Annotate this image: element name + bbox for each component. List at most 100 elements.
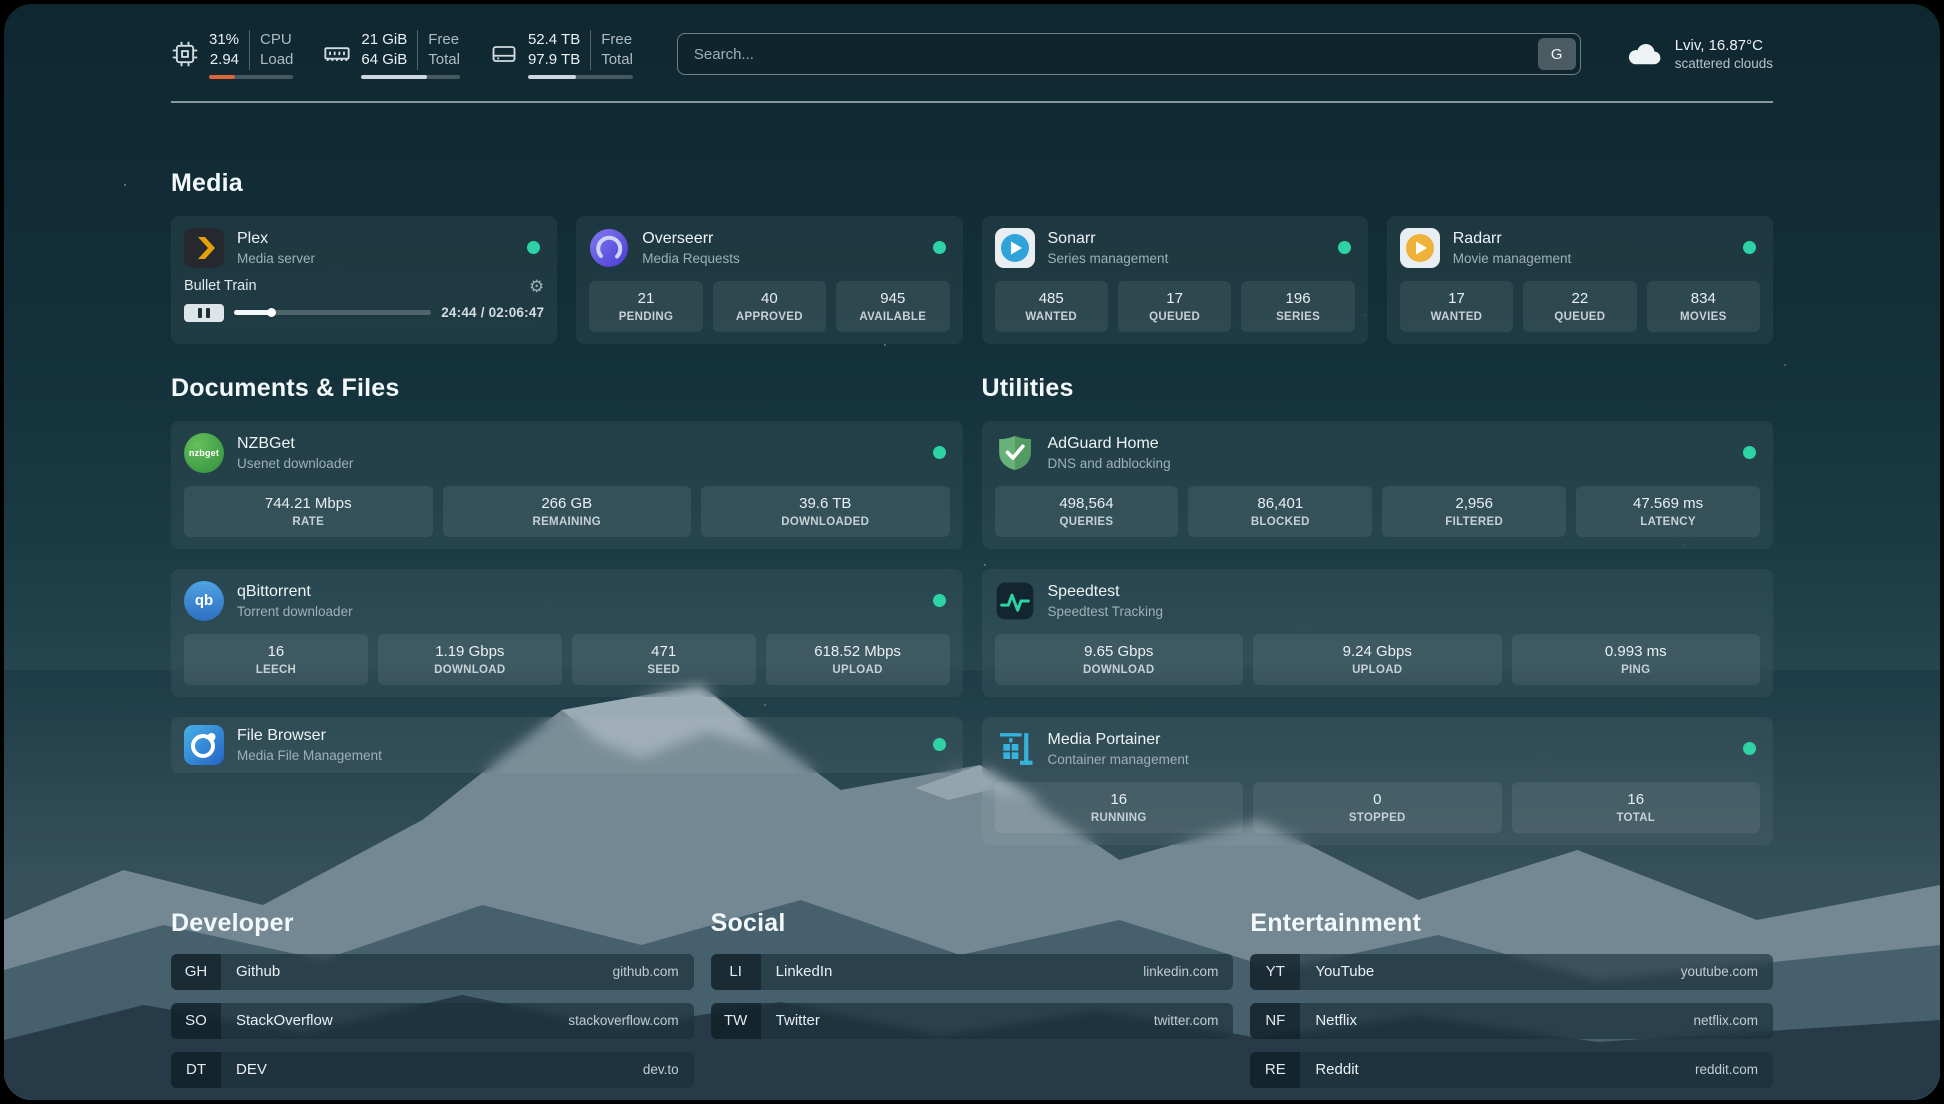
stat-label: UPLOAD [770,664,946,676]
stat-value: 39.6 TB [705,495,946,512]
bookmark-name: Twitter [761,1012,835,1029]
portainer-card[interactable]: Media Portainer Container management 16 … [982,717,1774,845]
stat-value: 9.65 Gbps [999,643,1240,660]
section-documents: Documents & Files nzbget NZBGet Usenet d… [171,374,963,845]
stat-box: 0 STOPPED [1253,782,1502,833]
qbittorrent-card[interactable]: qb qBittorrent Torrent downloader 16 LEE… [171,569,963,697]
service-subtitle: Torrent downloader [237,604,353,619]
stat-box: 47.569 ms LATENCY [1576,486,1760,537]
disk-free-value: 52.4 TB [528,30,580,50]
service-title: File Browser [237,727,382,745]
bookmark-twitter[interactable]: TW Twitter twitter.com [711,1003,1234,1039]
bookmark-github[interactable]: GH Github github.com [171,954,694,990]
service-subtitle: Speedtest Tracking [1048,604,1164,619]
bookmark-youtube[interactable]: YT YouTube youtube.com [1250,954,1773,990]
stat-box: 9.24 Gbps UPLOAD [1253,634,1502,685]
memory-meter [361,75,460,79]
search-provider-button[interactable]: G [1538,38,1576,70]
radarr-icon [1400,228,1440,268]
bookmark-domain: reddit.com [1695,1062,1773,1077]
cpu-load-label: Load [260,50,293,70]
service-title: Radarr [1453,230,1572,248]
stat-value: 471 [576,643,752,660]
social-section-title: Social [711,909,1234,938]
stat-value: 618.52 Mbps [770,643,946,660]
bookmark-abbr: SO [171,1003,221,1039]
service-subtitle: Movie management [1453,251,1572,266]
adguard-icon [995,433,1035,473]
service-title: qBittorrent [237,583,353,601]
speedtest-card[interactable]: Speedtest Speedtest Tracking 9.65 Gbps D… [982,569,1774,697]
bookmark-abbr: TW [711,1003,761,1039]
stat-box: 0.993 ms PING [1512,634,1761,685]
nzbget-icon: nzbget [184,433,224,473]
plex-card[interactable]: Plex Media server Bullet Train ⚙ [171,216,557,344]
service-subtitle: Series management [1048,251,1169,266]
stat-value: 0.993 ms [1516,643,1757,660]
stat-label: AVAILABLE [840,311,945,323]
stat-label: TOTAL [1516,812,1757,824]
stat-value: 17 [1122,290,1227,307]
service-subtitle: Media Requests [642,251,740,266]
search-input[interactable] [678,34,1534,74]
dashboard-screen: 31% 2.94 CPU Load [4,4,1940,1100]
filebrowser-card[interactable]: File Browser Media File Management [171,717,963,773]
stat-box: 17 WANTED [1400,281,1513,332]
stat-value: 9.24 Gbps [1257,643,1498,660]
stat-value: 16 [188,643,364,660]
disk-meter [528,75,633,79]
stat-box: 485 WANTED [995,281,1108,332]
disk-free-label: Free [601,30,633,50]
stat-value: 40 [717,290,822,307]
cpu-meter [209,75,293,79]
bookmark-stackoverflow[interactable]: SO StackOverflow stackoverflow.com [171,1003,694,1039]
status-dot [1743,742,1756,755]
bookmark-dev[interactable]: DT DEV dev.to [171,1052,694,1088]
stat-box: 498,564 QUERIES [995,486,1179,537]
stat-value: 16 [999,791,1240,808]
service-title: Media Portainer [1048,731,1189,749]
disk-icon [490,40,518,68]
sonarr-card[interactable]: Sonarr Series management 485 WANTED 17 Q… [982,216,1368,344]
stat-box: 945 AVAILABLE [836,281,949,332]
bookmark-domain: dev.to [643,1062,694,1077]
stat-label: QUEUED [1122,311,1227,323]
stat-value: 744.21 Mbps [188,495,429,512]
stat-box: 39.6 TB DOWNLOADED [701,486,950,537]
bookmarks-entertainment: Entertainment YT YouTube youtube.com NF … [1250,909,1773,1088]
overseerr-card[interactable]: Overseerr Media Requests 21 PENDING 40 A… [576,216,962,344]
stat-label: LATENCY [1580,516,1756,528]
status-dot [933,594,946,607]
status-dot [1743,446,1756,459]
speedtest-icon [995,581,1035,621]
stat-box: 86,401 BLOCKED [1188,486,1372,537]
bookmark-linkedin[interactable]: LI LinkedIn linkedin.com [711,954,1234,990]
stat-box: 16 TOTAL [1512,782,1761,833]
gear-icon[interactable]: ⚙ [529,278,544,295]
bookmark-abbr: YT [1250,954,1300,990]
memory-icon [323,40,351,68]
section-utilities: Utilities AdGuard Home [982,374,1774,845]
nzbget-card[interactable]: nzbget NZBGet Usenet downloader 744.21 M… [171,421,963,549]
stat-value: 945 [840,290,945,307]
search-bar: G [677,33,1581,75]
radarr-card[interactable]: Radarr Movie management 17 WANTED 22 QUE… [1387,216,1773,344]
playback-progress-bar[interactable] [234,310,431,315]
adguard-card[interactable]: AdGuard Home DNS and adblocking 498,564 … [982,421,1774,549]
bookmark-netflix[interactable]: NF Netflix netflix.com [1250,1003,1773,1039]
stat-label: PING [1516,664,1757,676]
cpu-load-value: 2.94 [210,50,239,70]
memory-free-value: 21 GiB [361,30,407,50]
stat-label: SERIES [1245,311,1350,323]
stat-label: SEED [576,664,752,676]
disk-total-value: 97.9 TB [528,50,580,70]
stat-label: REMAINING [447,516,688,528]
disk-total-label: Total [601,50,633,70]
pause-button[interactable] [184,304,224,322]
bookmark-abbr: RE [1250,1052,1300,1088]
cpu-percent: 31% [209,30,239,50]
stat-value: 86,401 [1192,495,1368,512]
memory-total-label: Total [428,50,460,70]
weather-widget: Lviv, 16.87°C scattered clouds [1625,35,1773,73]
bookmark-reddit[interactable]: RE Reddit reddit.com [1250,1052,1773,1088]
